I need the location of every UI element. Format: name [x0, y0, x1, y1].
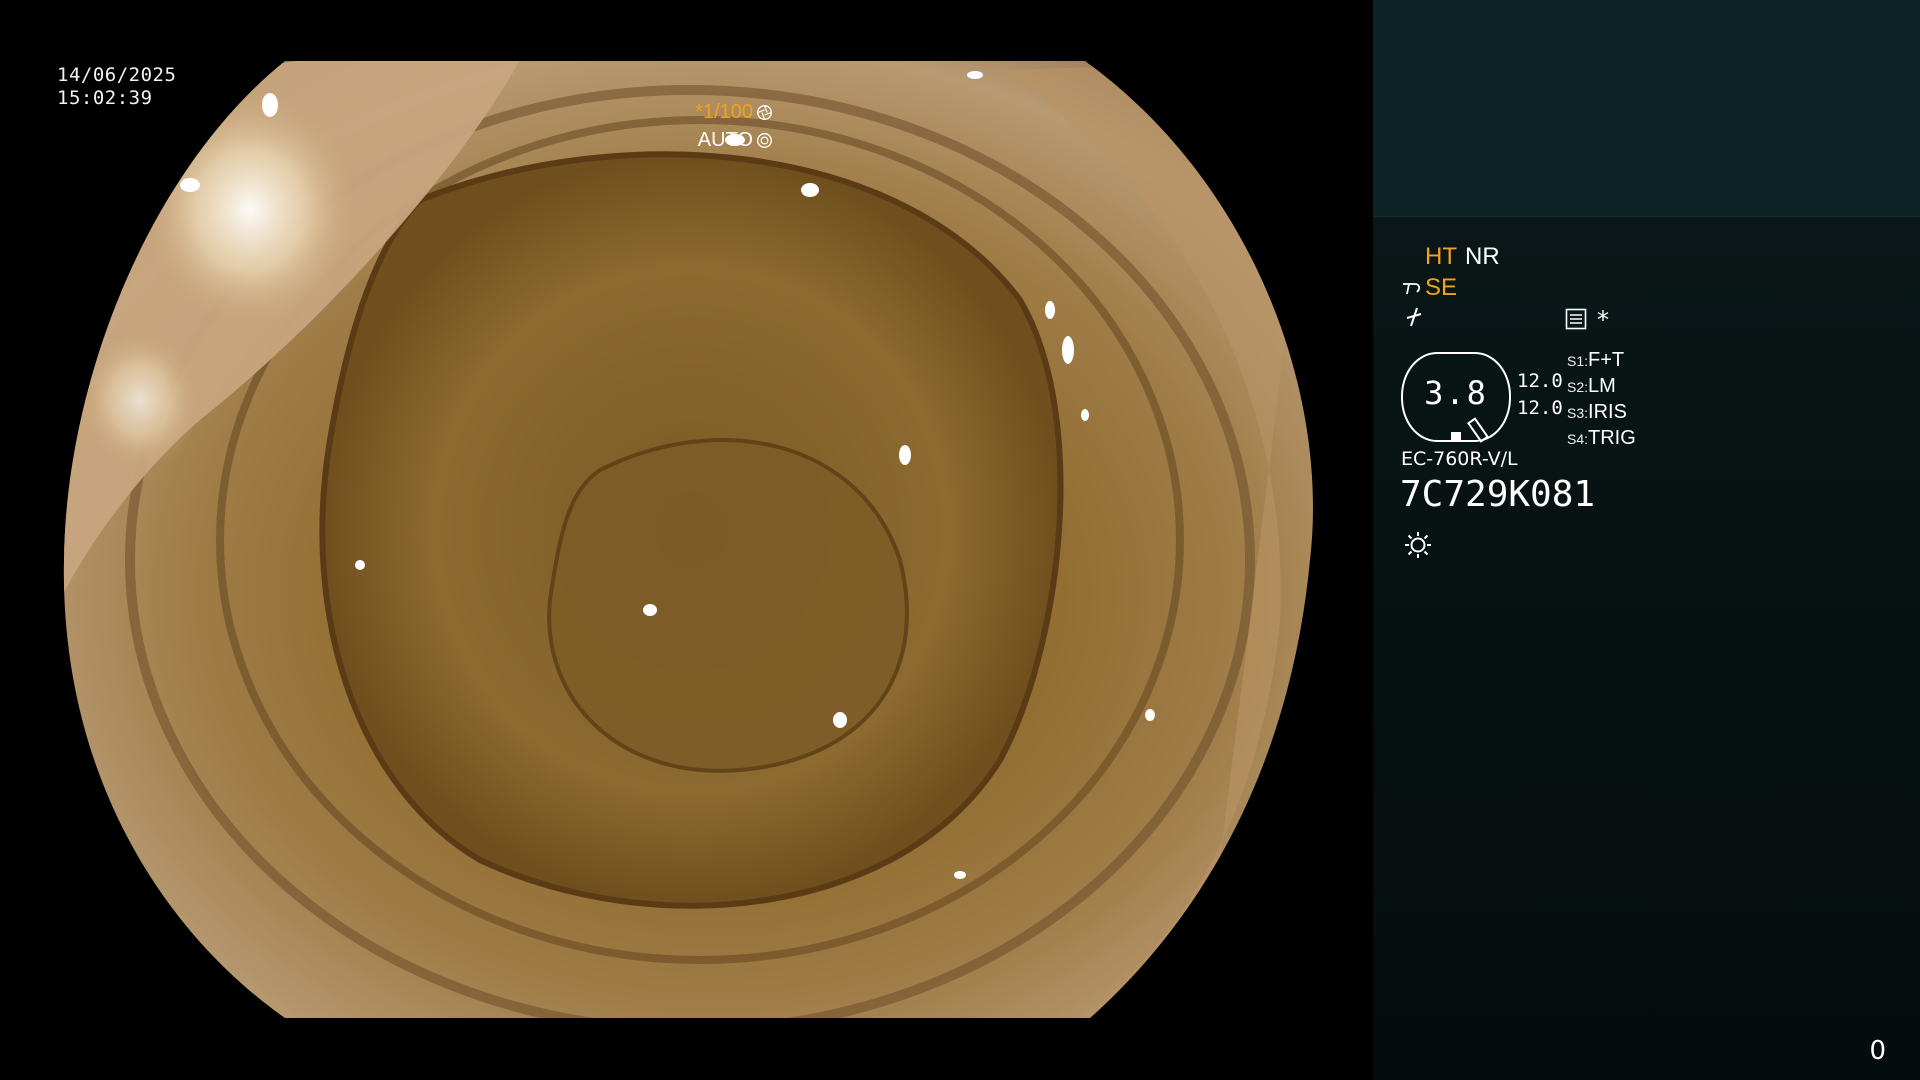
- enhancement-icon: [1403, 283, 1421, 295]
- date-text: 14/06/2025: [57, 64, 177, 86]
- switch-row: S2:LM: [1567, 375, 1616, 397]
- ht-label: HT: [1425, 243, 1457, 270]
- serial-number: 7C729K081: [1400, 474, 1596, 515]
- zoom-value: 3.8: [1424, 374, 1488, 412]
- gain-top: 12.0: [1517, 370, 1563, 392]
- shutter-icon: [757, 104, 772, 120]
- enhancement-row: SE: [1401, 274, 1457, 302]
- frame-count: 0: [1869, 1036, 1886, 1066]
- gain-values: 12.0 12.0: [1517, 368, 1563, 422]
- asterisk-indicator: *: [1597, 306, 1609, 334]
- endoscopic-image: [63, 61, 1314, 1018]
- date-time-overlay: 14/06/2025 15:02:39: [57, 64, 176, 110]
- endoscope-viewport: 14/06/2025 15:02:39 *1/100 AUTO: [0, 0, 1373, 1080]
- time-text: 15:02:39: [57, 87, 153, 109]
- exposure-overlay: *1/100 AUTO: [695, 98, 773, 154]
- nr-label: NR: [1465, 243, 1500, 270]
- mode-row: HT NR: [1425, 243, 1508, 271]
- gain-bottom: 12.0: [1517, 397, 1563, 419]
- zoom-indicator: 3.8: [1401, 352, 1511, 443]
- exposure-mode: AUTO: [697, 129, 753, 151]
- scope-model: EC-760R-V/L: [1401, 448, 1518, 470]
- switch-row: S1:F+T: [1567, 349, 1625, 371]
- menu-icon: [1565, 308, 1587, 330]
- switch-assignments: S1:F+T S2:LM S3:IRIS S4:TRIG: [1567, 348, 1636, 452]
- switch-row: S3:IRIS: [1567, 401, 1627, 423]
- zoom-needle: [1467, 417, 1489, 443]
- info-panel: HT NR SE * 3.8 12.0 12.0 S1:F+T S2:LM S3…: [1373, 0, 1920, 1080]
- shutter-speed: *1/100: [695, 101, 753, 123]
- zoom-marker: [1451, 432, 1461, 440]
- se-label: SE: [1425, 274, 1458, 301]
- switch-row: S4:TRIG: [1567, 427, 1636, 449]
- equalizer-icon: [1403, 304, 1425, 334]
- light-icon: [1405, 532, 1431, 558]
- iris-icon: [757, 132, 772, 148]
